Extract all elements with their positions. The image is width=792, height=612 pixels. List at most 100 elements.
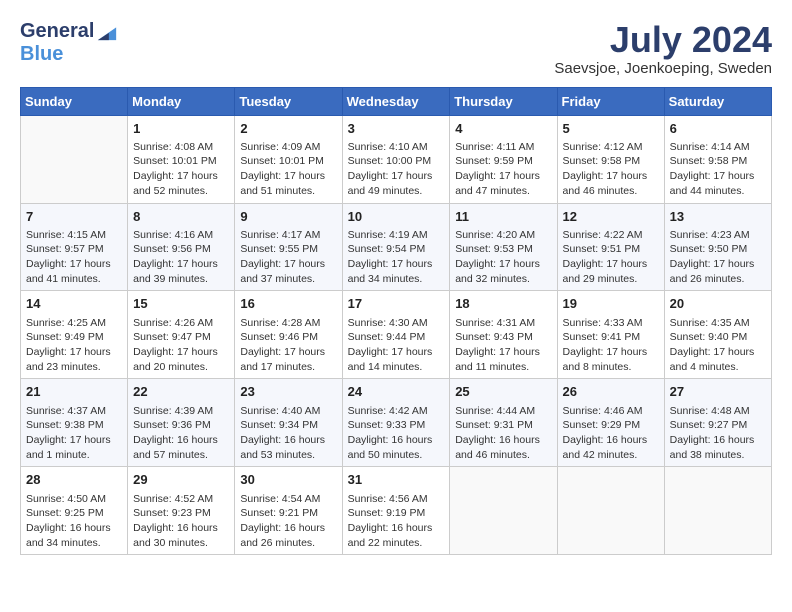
day-number: 13 (670, 208, 766, 226)
logo-blue-text: Blue (20, 43, 63, 66)
day-number: 18 (455, 295, 551, 313)
calendar-cell: 17Sunrise: 4:30 AM Sunset: 9:44 PM Dayli… (342, 291, 450, 379)
day-info: Sunrise: 4:33 AM Sunset: 9:41 PM Dayligh… (563, 316, 659, 375)
day-number: 21 (26, 383, 122, 401)
calendar-cell (21, 115, 128, 203)
day-info: Sunrise: 4:46 AM Sunset: 9:29 PM Dayligh… (563, 404, 659, 463)
calendar-cell: 9 Sunrise: 4:17 AM Sunset: 9:55 PM Daylig… (235, 203, 342, 291)
week-row-4: 21Sunrise: 4:37 AM Sunset: 9:38 PM Dayli… (21, 379, 772, 467)
day-info: Sunrise: 4:25 AM Sunset: 9:49 PM Dayligh… (26, 316, 122, 375)
day-number: 16 (240, 295, 336, 313)
day-number: 6 (670, 120, 766, 138)
calendar-cell: 29 Sunrise: 4:52 AM Sunset: 9:23 PM Dayli… (128, 467, 235, 555)
weekday-header-row: SundayMondayTuesdayWednesdayThursdayFrid… (21, 87, 772, 115)
day-info: Sunrise: 4:35 AM Sunset: 9:40 PM Dayligh… (670, 316, 766, 375)
calendar-cell: 1Sunrise: 4:08 AM Sunset: 10:01 PM Dayli… (128, 115, 235, 203)
calendar-cell: 19 Sunrise: 4:33 AM Sunset: 9:41 PM Dayli… (557, 291, 664, 379)
day-info: Sunrise: 4:40 AM Sunset: 9:34 PM Dayligh… (240, 404, 336, 463)
day-info: Sunrise: 4:19 AM Sunset: 9:54 PM Dayligh… (348, 228, 445, 287)
calendar-table: SundayMondayTuesdayWednesdayThursdayFrid… (20, 87, 772, 556)
day-info: Sunrise: 4:44 AM Sunset: 9:31 PM Dayligh… (455, 404, 551, 463)
day-number: 22 (133, 383, 229, 401)
day-info: Sunrise: 4:14 AM Sunset: 9:58 PM Dayligh… (670, 140, 766, 199)
day-info: Sunrise: 4:20 AM Sunset: 9:53 PM Dayligh… (455, 228, 551, 287)
day-number: 3 (348, 120, 445, 138)
day-number: 15 (133, 295, 229, 313)
day-number: 2 (240, 120, 336, 138)
calendar-cell: 7 Sunrise: 4:15 AM Sunset: 9:57 PM Daylig… (21, 203, 128, 291)
calendar-cell: 5 Sunrise: 4:12 AM Sunset: 9:58 PM Daylig… (557, 115, 664, 203)
calendar-cell: 30Sunrise: 4:54 AM Sunset: 9:21 PM Dayli… (235, 467, 342, 555)
calendar-cell: 14 Sunrise: 4:25 AM Sunset: 9:49 PM Dayli… (21, 291, 128, 379)
calendar-cell: 24 Sunrise: 4:42 AM Sunset: 9:33 PM Dayli… (342, 379, 450, 467)
calendar-page: General Blue July 2024 Saevsjoe, Joenkoe… (0, 0, 792, 565)
day-number: 24 (348, 383, 445, 401)
calendar-cell: 16 Sunrise: 4:28 AM Sunset: 9:46 PM Dayli… (235, 291, 342, 379)
logo: General Blue (20, 20, 118, 66)
day-info: Sunrise: 4:26 AM Sunset: 9:47 PM Dayligh… (133, 316, 229, 375)
day-number: 25 (455, 383, 551, 401)
day-info: Sunrise: 4:50 AM Sunset: 9:25 PM Dayligh… (26, 492, 122, 551)
calendar-cell: 6 Sunrise: 4:14 AM Sunset: 9:58 PM Daylig… (664, 115, 771, 203)
day-info: Sunrise: 4:39 AM Sunset: 9:36 PM Dayligh… (133, 404, 229, 463)
day-number: 12 (563, 208, 659, 226)
day-info: Sunrise: 4:31 AM Sunset: 9:43 PM Dayligh… (455, 316, 551, 375)
day-number: 28 (26, 471, 122, 489)
weekday-header-monday: Monday (128, 87, 235, 115)
day-number: 14 (26, 295, 122, 313)
calendar-cell: 8 Sunrise: 4:16 AM Sunset: 9:56 PM Daylig… (128, 203, 235, 291)
calendar-cell (664, 467, 771, 555)
day-number: 17 (348, 295, 445, 313)
calendar-cell: 28 Sunrise: 4:50 AM Sunset: 9:25 PM Dayli… (21, 467, 128, 555)
weekday-header-tuesday: Tuesday (235, 87, 342, 115)
calendar-cell: 18 Sunrise: 4:31 AM Sunset: 9:43 PM Dayli… (450, 291, 557, 379)
logo-icon (96, 20, 118, 42)
calendar-cell: 22 Sunrise: 4:39 AM Sunset: 9:36 PM Dayli… (128, 379, 235, 467)
day-number: 26 (563, 383, 659, 401)
calendar-cell: 11 Sunrise: 4:20 AM Sunset: 9:53 PM Dayli… (450, 203, 557, 291)
day-number: 7 (26, 208, 122, 226)
calendar-cell: 26 Sunrise: 4:46 AM Sunset: 9:29 PM Dayli… (557, 379, 664, 467)
day-info: Sunrise: 4:17 AM Sunset: 9:55 PM Dayligh… (240, 228, 336, 287)
weekday-header-friday: Friday (557, 87, 664, 115)
day-info: Sunrise: 4:56 AM Sunset: 9:19 PM Dayligh… (348, 492, 445, 551)
calendar-cell: 23 Sunrise: 4:40 AM Sunset: 9:34 PM Dayli… (235, 379, 342, 467)
day-number: 23 (240, 383, 336, 401)
weekday-header-sunday: Sunday (21, 87, 128, 115)
calendar-cell: 2Sunrise: 4:09 AM Sunset: 10:01 PM Dayli… (235, 115, 342, 203)
day-number: 27 (670, 383, 766, 401)
day-number: 5 (563, 120, 659, 138)
weekday-header-thursday: Thursday (450, 87, 557, 115)
day-info: Sunrise: 4:12 AM Sunset: 9:58 PM Dayligh… (563, 140, 659, 199)
calendar-cell: 4Sunrise: 4:11 AM Sunset: 9:59 PM Daylig… (450, 115, 557, 203)
day-info: Sunrise: 4:16 AM Sunset: 9:56 PM Dayligh… (133, 228, 229, 287)
day-number: 1 (133, 120, 229, 138)
calendar-cell: 27 Sunrise: 4:48 AM Sunset: 9:27 PM Dayli… (664, 379, 771, 467)
calendar-cell: 3Sunrise: 4:10 AM Sunset: 10:00 PM Dayli… (342, 115, 450, 203)
weekday-header-wednesday: Wednesday (342, 87, 450, 115)
location: Saevsjoe, Joenkoeping, Sweden (554, 60, 772, 77)
calendar-cell: 10Sunrise: 4:19 AM Sunset: 9:54 PM Dayli… (342, 203, 450, 291)
day-info: Sunrise: 4:48 AM Sunset: 9:27 PM Dayligh… (670, 404, 766, 463)
day-number: 20 (670, 295, 766, 313)
day-number: 4 (455, 120, 551, 138)
week-row-1: 1Sunrise: 4:08 AM Sunset: 10:01 PM Dayli… (21, 115, 772, 203)
month-title: July 2024 (554, 20, 772, 60)
day-info: Sunrise: 4:28 AM Sunset: 9:46 PM Dayligh… (240, 316, 336, 375)
day-info: Sunrise: 4:42 AM Sunset: 9:33 PM Dayligh… (348, 404, 445, 463)
calendar-cell: 21Sunrise: 4:37 AM Sunset: 9:38 PM Dayli… (21, 379, 128, 467)
day-number: 11 (455, 208, 551, 226)
calendar-cell (557, 467, 664, 555)
day-number: 29 (133, 471, 229, 489)
week-row-5: 28 Sunrise: 4:50 AM Sunset: 9:25 PM Dayli… (21, 467, 772, 555)
calendar-cell: 13Sunrise: 4:23 AM Sunset: 9:50 PM Dayli… (664, 203, 771, 291)
day-info: Sunrise: 4:52 AM Sunset: 9:23 PM Dayligh… (133, 492, 229, 551)
logo-general-text: General (20, 20, 94, 43)
day-info: Sunrise: 4:15 AM Sunset: 9:57 PM Dayligh… (26, 228, 122, 287)
day-number: 31 (348, 471, 445, 489)
calendar-cell (450, 467, 557, 555)
day-number: 9 (240, 208, 336, 226)
day-number: 8 (133, 208, 229, 226)
day-number: 19 (563, 295, 659, 313)
calendar-cell: 15 Sunrise: 4:26 AM Sunset: 9:47 PM Dayli… (128, 291, 235, 379)
